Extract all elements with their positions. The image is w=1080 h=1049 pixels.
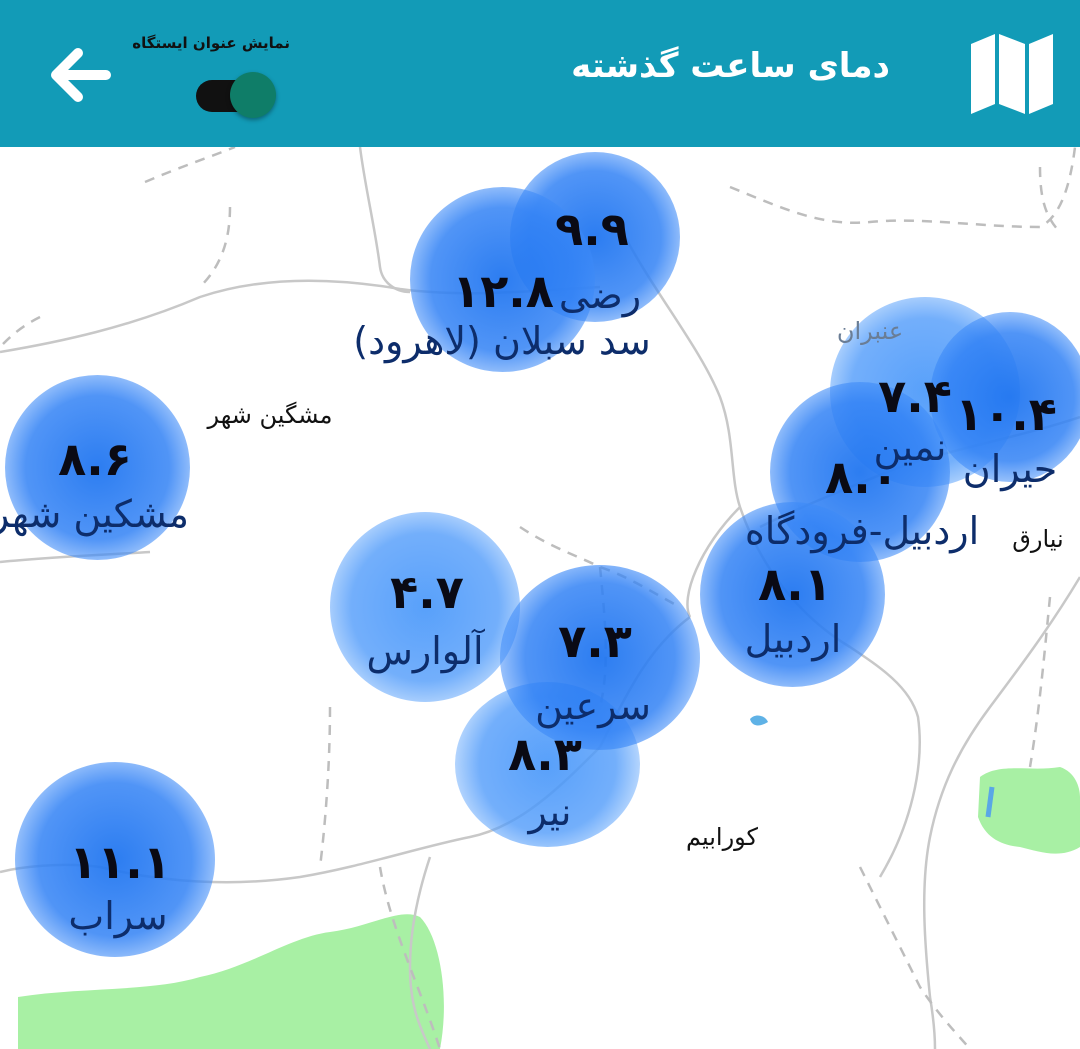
station-value: ۱۲.۸: [452, 264, 554, 318]
place-label: کورابیم: [686, 823, 758, 851]
map-view[interactable]: مشگین شهر عنبران نیارق کورابیم ۹.۹ ۱۲.۸ …: [0, 147, 1080, 1049]
station-value: ۸.۶: [58, 432, 132, 486]
arrow-left-icon[interactable]: [44, 40, 114, 110]
station-value: ۷.۴: [878, 369, 952, 423]
app-header: دمای ساعت گذشته نمایش عنوان ایستگاه: [0, 0, 1080, 147]
station-value: ۸.۳: [508, 727, 582, 781]
place-label: عنبران: [836, 317, 904, 345]
show-station-names-toggle[interactable]: [196, 72, 278, 120]
station-name: مشکین شهر: [0, 492, 190, 536]
station-name: آلوارس: [366, 629, 484, 673]
page-title: دمای ساعت گذشته: [571, 46, 890, 86]
station-value: ۸.۰: [825, 450, 899, 504]
station-name: سراب: [68, 894, 168, 938]
station-name: سد سبلان (لاهرود): [353, 319, 651, 363]
station-value: ۱۱.۱: [69, 835, 171, 889]
water-body: [750, 715, 768, 726]
station-value: ۷.۳: [558, 614, 632, 668]
map-icon[interactable]: [969, 30, 1055, 116]
green-area: [978, 767, 1080, 854]
station-name: رضی: [558, 273, 642, 317]
toggle-knob[interactable]: [230, 72, 276, 118]
station-value: ۹.۹: [555, 202, 629, 256]
station-value: ۸.۱: [758, 557, 832, 611]
place-label: مشگین شهر: [207, 401, 333, 429]
station-name: سرعین: [535, 684, 651, 728]
station-value: ۱۰.۴: [955, 387, 1057, 441]
station-name: حیران: [962, 447, 1058, 491]
place-label: نیارق: [1012, 525, 1064, 553]
station-name: اردبیل: [744, 617, 842, 661]
station-value: ۴.۷: [390, 565, 464, 619]
station-name: اردبیل-فرودگاه: [744, 509, 980, 553]
station-name: نیر: [528, 790, 572, 834]
toggle-label: نمایش عنوان ایستگاه: [132, 34, 290, 52]
